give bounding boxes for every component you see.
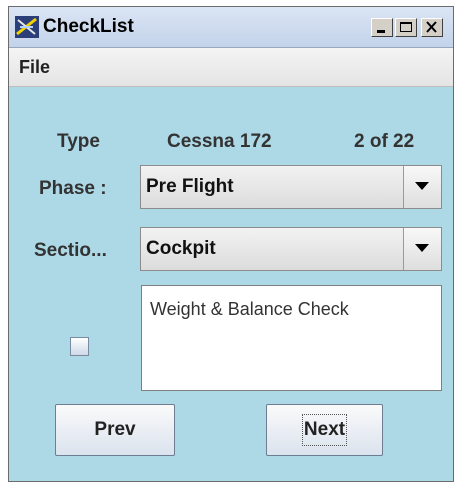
prev-button[interactable]: Prev [55, 404, 175, 456]
minimize-button[interactable] [371, 18, 393, 37]
section-label: Sectio... [34, 240, 107, 261]
aircraft-type-value: Cessna 172 [167, 131, 272, 152]
next-button-label: Next [301, 414, 348, 446]
chevron-down-icon [415, 244, 429, 252]
close-button[interactable] [421, 18, 443, 37]
minimize-icon [377, 30, 385, 33]
type-label: Type [57, 131, 100, 152]
checklist-position: 2 of 22 [354, 131, 415, 152]
section-dropdown[interactable]: Cockpit [140, 227, 442, 271]
app-icon [15, 16, 39, 38]
phase-label: Phase : [39, 178, 107, 199]
close-icon [426, 21, 437, 33]
maximize-icon [400, 22, 412, 32]
phase-dropdown[interactable]: Pre Flight [140, 165, 442, 209]
section-dropdown-arrow[interactable] [403, 228, 441, 270]
section-selected-value: Cockpit [146, 238, 216, 259]
prev-button-label: Prev [94, 419, 136, 440]
phase-dropdown-arrow[interactable] [403, 166, 441, 208]
phase-selected-value: Pre Flight [146, 176, 234, 197]
next-button[interactable]: Next [266, 404, 383, 456]
checklist-item-text-area[interactable]: Weight & Balance Check [141, 285, 442, 391]
item-checkbox[interactable] [70, 337, 89, 356]
window-title: CheckList [43, 16, 134, 37]
menu-file[interactable]: File [19, 57, 50, 78]
checklist-item-text: Weight & Balance Check [150, 299, 349, 319]
chevron-down-icon [415, 182, 429, 190]
title-bar[interactable]: CheckList [9, 7, 453, 48]
checklist-window: CheckList File Type Cessna 172 2 of 22 P… [8, 6, 454, 482]
menu-bar: File [9, 48, 453, 87]
maximize-button[interactable] [395, 18, 417, 37]
